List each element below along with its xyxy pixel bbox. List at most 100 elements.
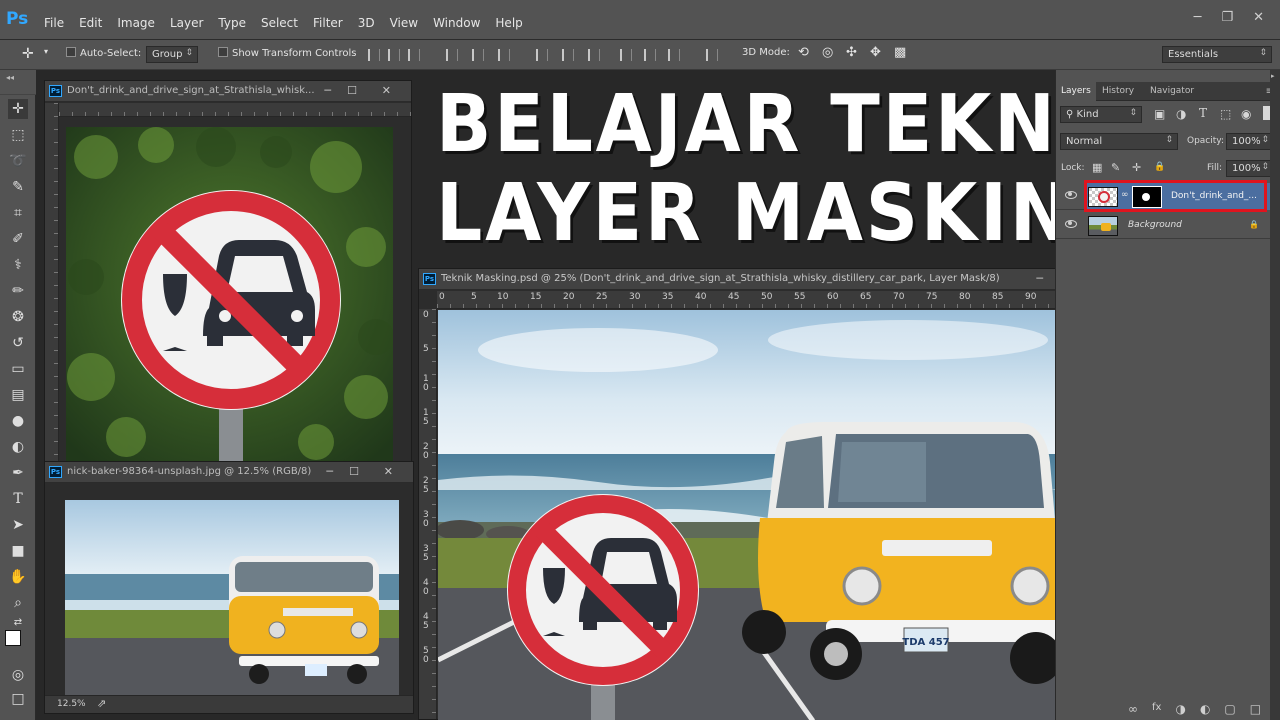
zoom-level[interactable]: 12.5% <box>57 699 86 709</box>
auto-select-checkbox[interactable]: Auto-Select: <box>66 47 141 59</box>
brush-tool-icon[interactable]: ✏ <box>8 281 28 301</box>
maximize-icon[interactable]: ☐ <box>347 84 357 97</box>
foreground-color-swatch[interactable] <box>5 630 21 646</box>
document-window-sign[interactable]: Ps Don't_drink_and_drive_sign_at_Strathi… <box>44 80 412 462</box>
3d-rotate-icon[interactable]: ⟲ <box>798 45 809 60</box>
minimize-icon[interactable]: ─ <box>1194 10 1202 25</box>
align-hcenter-icon[interactable] <box>472 49 484 61</box>
new-group-icon[interactable]: ▢ <box>1224 702 1235 716</box>
minimize-icon[interactable]: ─ <box>324 84 331 97</box>
crop-tool-icon[interactable]: ⌗ <box>8 203 28 223</box>
sign-image-canvas[interactable] <box>66 127 393 461</box>
menu-file[interactable]: File <box>44 16 64 30</box>
document-window-van[interactable]: Ps nick-baker-98364-unsplash.jpg @ 12.5%… <box>44 461 414 714</box>
dodge-tool-icon[interactable]: ◐ <box>8 437 28 457</box>
filter-adjustment-icon[interactable]: ◑ <box>1176 107 1186 121</box>
opacity-input[interactable]: 100% <box>1226 133 1274 150</box>
filter-type-icon[interactable]: T <box>1199 106 1207 120</box>
zoom-tool-icon[interactable]: ⌕ <box>8 593 28 613</box>
eye-icon[interactable] <box>1065 191 1077 199</box>
path-select-tool-icon[interactable]: ➤ <box>8 515 28 535</box>
menu-filter[interactable]: Filter <box>313 16 343 30</box>
export-icon[interactable]: ⇗ <box>97 697 106 710</box>
menu-3d[interactable]: 3D <box>358 16 375 30</box>
auto-select-dropdown[interactable]: Group <box>146 46 198 63</box>
filter-shape-icon[interactable]: ⬚ <box>1220 107 1231 121</box>
horizontal-ruler[interactable] <box>59 103 411 117</box>
lock-pixels-icon[interactable]: ✎ <box>1111 161 1120 174</box>
tab-navigator[interactable]: Navigator <box>1150 86 1194 96</box>
tab-layers[interactable]: Layers <box>1056 82 1096 102</box>
align-top-icon[interactable] <box>368 49 380 61</box>
blend-mode-dropdown[interactable]: Normal <box>1060 133 1178 150</box>
eraser-tool-icon[interactable]: ▭ <box>8 359 28 379</box>
hand-tool-icon[interactable]: ✋ <box>8 567 28 587</box>
screen-mode-icon[interactable]: □ <box>8 689 28 709</box>
auto-align-icon[interactable] <box>706 49 718 61</box>
lock-transparent-icon[interactable]: ▦ <box>1092 161 1102 174</box>
document-tab-sign[interactable]: Ps Don't_drink_and_drive_sign_at_Strathi… <box>45 81 411 102</box>
menu-select[interactable]: Select <box>261 16 298 30</box>
healing-brush-tool-icon[interactable]: ⚕ <box>8 255 28 275</box>
3d-pan-icon[interactable]: ✣ <box>846 45 857 60</box>
distribute-bottom-icon[interactable] <box>588 49 600 61</box>
horizontal-ruler[interactable]: 0 5 10 15 20 25 30 35 40 45 50 55 60 65 … <box>437 291 1125 309</box>
vertical-ruler[interactable]: 0 5 1 0 1 5 2 0 2 5 3 0 3 5 4 0 4 5 5 0 <box>419 309 437 719</box>
marquee-tool-icon[interactable]: ⬚ <box>8 125 28 145</box>
move-tool-icon[interactable]: ✛ <box>22 46 34 62</box>
clone-stamp-tool-icon[interactable]: ❂ <box>8 307 28 327</box>
gradient-tool-icon[interactable]: ▤ <box>8 385 28 405</box>
distribute-vcenter-icon[interactable] <box>562 49 574 61</box>
menu-image[interactable]: Image <box>117 16 155 30</box>
collapse-arrows-icon[interactable]: ◂◂ <box>6 73 14 82</box>
minimize-icon[interactable]: ─ <box>1036 272 1043 285</box>
align-right-icon[interactable] <box>498 49 510 61</box>
lock-position-icon[interactable]: ✛ <box>1132 161 1141 174</box>
close-icon[interactable]: ✕ <box>382 84 391 97</box>
adjustment-layer-icon[interactable]: ◐ <box>1200 702 1210 716</box>
blur-tool-icon[interactable]: ● <box>8 411 28 431</box>
filter-smart-object-icon[interactable]: ◉ <box>1241 107 1251 121</box>
menu-view[interactable]: View <box>390 16 418 30</box>
history-brush-tool-icon[interactable]: ↺ <box>8 333 28 353</box>
align-bottom-icon[interactable] <box>408 49 420 61</box>
distribute-left-icon[interactable] <box>620 49 632 61</box>
workspace-dropdown[interactable]: Essentials <box>1162 46 1272 63</box>
close-icon[interactable]: ✕ <box>384 465 393 478</box>
align-left-icon[interactable] <box>446 49 458 61</box>
van-image-canvas[interactable] <box>65 500 399 696</box>
link-layers-icon[interactable]: ∞ <box>1128 702 1138 716</box>
expand-arrows-icon[interactable]: ▸ <box>1271 72 1275 80</box>
eyedropper-tool-icon[interactable]: ✐ <box>8 229 28 249</box>
quick-mask-icon[interactable]: ◎ <box>8 665 28 685</box>
quick-select-tool-icon[interactable]: ✎ <box>8 177 28 197</box>
type-tool-icon[interactable]: T <box>8 489 28 509</box>
add-mask-icon[interactable]: ◑ <box>1175 702 1185 716</box>
distribute-top-icon[interactable] <box>536 49 548 61</box>
show-transform-checkbox[interactable]: Show Transform Controls <box>218 47 356 59</box>
layer-filter-dropdown[interactable]: ⚲ Kind <box>1060 106 1142 123</box>
eye-icon[interactable] <box>1065 220 1077 228</box>
menu-type[interactable]: Type <box>218 16 246 30</box>
layer-name[interactable]: Background <box>1128 220 1182 230</box>
vertical-ruler[interactable] <box>45 103 59 461</box>
move-tool-icon[interactable]: ✛ <box>8 99 28 119</box>
layer-row-background[interactable]: Background 🔒 <box>1056 212 1280 239</box>
distribute-hcenter-icon[interactable] <box>644 49 656 61</box>
3d-roll-icon[interactable]: ◎ <box>822 45 833 60</box>
filter-pixel-icon[interactable]: ▣ <box>1154 107 1165 121</box>
close-icon[interactable]: ✕ <box>1253 10 1264 25</box>
fx-icon[interactable]: fx <box>1152 702 1161 716</box>
lock-all-icon[interactable]: 🔒 <box>1154 162 1165 172</box>
3d-scale-icon[interactable]: ▩ <box>894 45 906 60</box>
document-tab-van[interactable]: Ps nick-baker-98364-unsplash.jpg @ 12.5%… <box>45 462 413 483</box>
pen-tool-icon[interactable]: ✒ <box>8 463 28 483</box>
fill-input[interactable]: 100% <box>1226 160 1274 177</box>
menu-edit[interactable]: Edit <box>79 16 102 30</box>
shape-tool-icon[interactable]: ■ <box>8 541 28 561</box>
new-layer-icon[interactable]: □ <box>1250 702 1261 716</box>
3d-slide-icon[interactable]: ✥ <box>870 45 881 60</box>
distribute-right-icon[interactable] <box>668 49 680 61</box>
menu-window[interactable]: Window <box>433 16 480 30</box>
document-tab-composite[interactable]: Ps Teknik Masking.psd @ 25% (Don't_drink… <box>419 269 1125 290</box>
